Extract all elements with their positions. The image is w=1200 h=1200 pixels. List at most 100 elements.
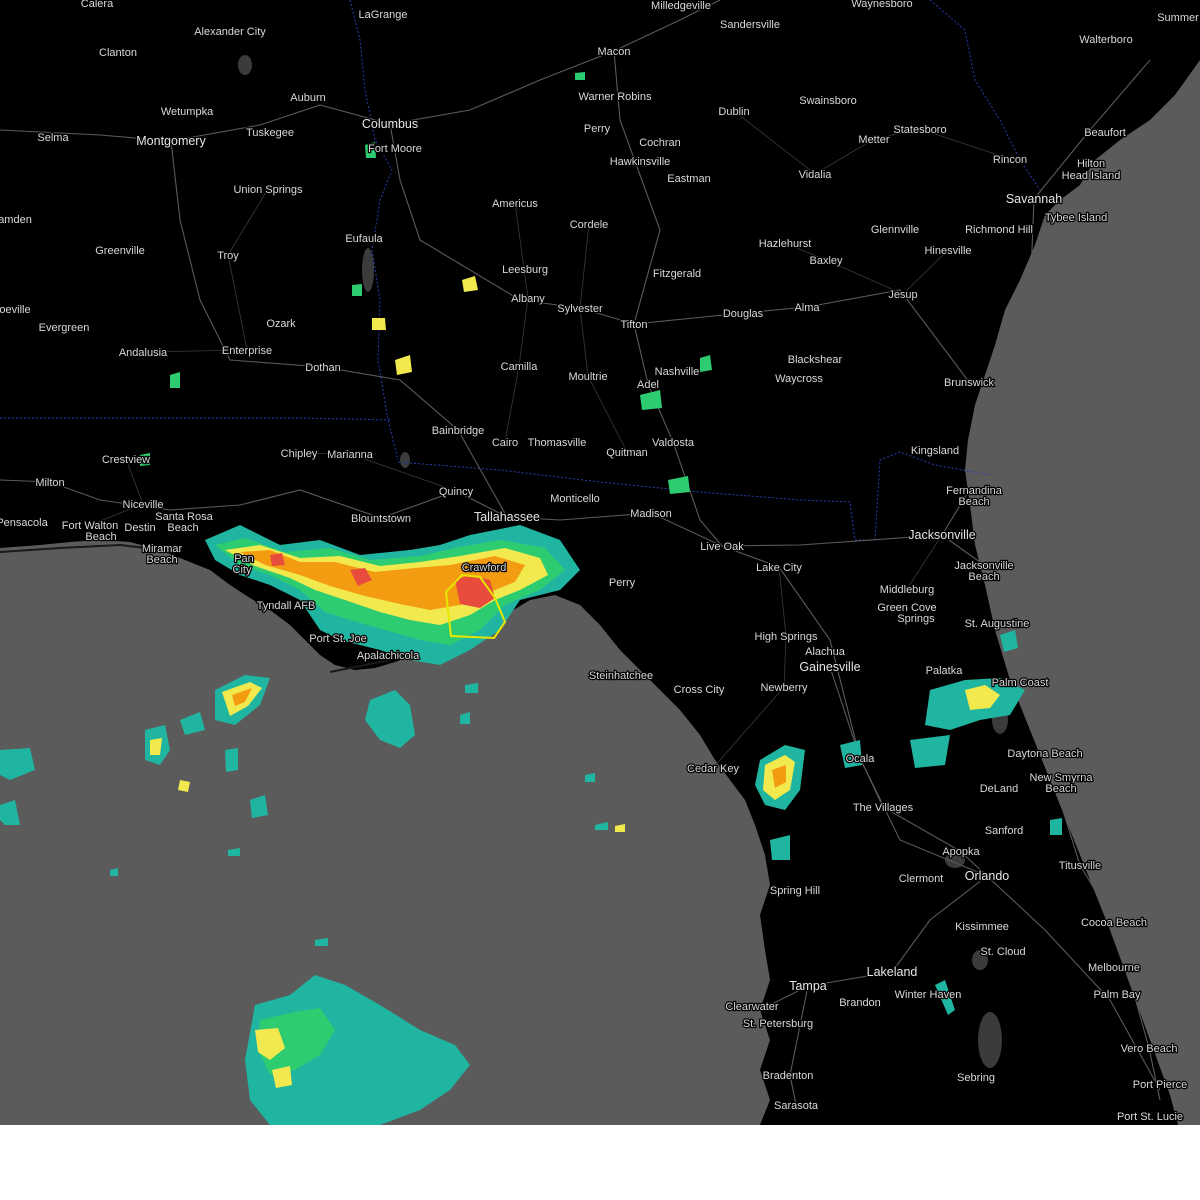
city-label: Crestview <box>102 454 150 466</box>
city-label: Port St. Joe <box>309 633 366 645</box>
city-label: Adel <box>637 379 659 391</box>
city-label: Tallahassee <box>474 510 540 524</box>
city-label: Moultrie <box>568 371 607 383</box>
city-label: Vero Beach <box>1121 1043 1178 1055</box>
city-label: Sylvester <box>557 303 603 315</box>
city-label: Hawkinsville <box>610 156 671 168</box>
city-label: Cocoa Beach <box>1081 917 1147 929</box>
city-label: Brandon <box>839 997 881 1009</box>
city-label: Fitzgerald <box>653 268 701 280</box>
city-label: Milledgeville <box>651 0 711 12</box>
city-label: Palatka <box>926 665 964 677</box>
city-label: Valdosta <box>652 437 695 449</box>
city-label: Walterboro <box>1079 34 1132 46</box>
city-label: Niceville <box>123 499 164 511</box>
city-label: Camilla <box>501 361 539 373</box>
city-label: Monticello <box>550 493 600 505</box>
city-label: Rincon <box>993 154 1027 166</box>
city-label: Hilton <box>1077 158 1105 170</box>
city-label: Nashville <box>655 366 700 378</box>
city-label: Evergreen <box>39 322 90 334</box>
city-label: Metter <box>858 134 890 146</box>
city-label: Milton <box>35 477 64 489</box>
city-label: Ocala <box>846 753 876 765</box>
city-label: Melbourne <box>1088 962 1140 974</box>
city-label: Baxley <box>809 255 843 267</box>
city-label: Auburn <box>290 92 325 104</box>
city-label: Statesboro <box>893 124 946 136</box>
city-label: Winter Haven <box>895 989 962 1001</box>
city-label: Tyndall AFB <box>257 600 316 612</box>
city-label: Macon <box>597 46 630 58</box>
city-label: Gainesville <box>799 660 860 674</box>
city-label: Tifton <box>620 319 647 331</box>
city-label: Blountstown <box>351 513 411 525</box>
map-canvas[interactable]: Calera LaGrange Milledgeville Waynesboro Sum… <box>0 0 1200 1125</box>
city-label: Head Island <box>1062 170 1121 182</box>
city-label: Cordele <box>570 219 609 231</box>
city-label: Bainbridge <box>432 425 485 437</box>
city-label: Clermont <box>899 873 944 885</box>
city-label: Perry <box>584 123 611 135</box>
city-label: Port St. Lucie <box>1117 1111 1183 1123</box>
city-label: Lakeland <box>867 965 918 979</box>
city-label: amden <box>0 214 32 226</box>
city-label: Cochran <box>639 137 681 149</box>
city-label: Cross City <box>674 684 725 696</box>
city-label: Quincy <box>439 486 474 498</box>
radar-map[interactable]: Calera LaGrange Milledgeville Waynesboro Sum… <box>0 0 1200 1125</box>
city-label: Sanford <box>985 825 1024 837</box>
city-label: Clearwater <box>725 1001 779 1013</box>
city-label: Port Pierce <box>1133 1079 1187 1091</box>
city-label: Steinhatchee <box>589 670 653 682</box>
city-label: Troy <box>217 250 239 262</box>
city-label: Orlando <box>965 869 1010 883</box>
city-label: Beach <box>958 496 989 508</box>
city-label: Fort Moore <box>368 143 422 155</box>
city-label: Cedar Key <box>687 763 739 775</box>
lake-eufaula <box>362 248 374 292</box>
city-label: Beach <box>85 531 116 543</box>
city-label: Crawford <box>462 562 507 574</box>
city-label: Beach <box>167 522 198 534</box>
city-label: St. Augustine <box>965 618 1030 630</box>
city-label: LaGrange <box>359 9 408 21</box>
city-label: Spring Hill <box>770 885 820 897</box>
city-label: Glennville <box>871 224 919 236</box>
city-label: Waycross <box>775 373 823 385</box>
city-label: Douglas <box>723 308 764 320</box>
city-label: Eastman <box>667 173 710 185</box>
city-label: Dothan <box>305 362 340 374</box>
city-label: Madison <box>630 508 672 520</box>
city-label: Albany <box>511 293 545 305</box>
city-label: Sarasota <box>774 1100 819 1112</box>
city-label: Hazlehurst <box>759 238 812 250</box>
city-label: Quitman <box>606 447 648 459</box>
city-label: Waynesboro <box>851 0 912 10</box>
city-label: Alachua <box>805 646 846 658</box>
city-label: Live Oak <box>700 541 744 553</box>
city-label: Bradenton <box>763 1070 814 1082</box>
city-label: Beach <box>1045 783 1076 795</box>
city-label: Middleburg <box>880 584 934 596</box>
city-label: Lake City <box>756 562 802 574</box>
city-label: Andalusia <box>119 347 168 359</box>
city-label: Palm Coast <box>992 677 1049 689</box>
city-label: Kissimmee <box>955 921 1009 933</box>
city-label: The Villages <box>853 802 914 814</box>
city-label: Union Springs <box>233 184 303 196</box>
city-label: Summer <box>1157 12 1199 24</box>
city-label: St. Petersburg <box>743 1018 813 1030</box>
city-label: Montgomery <box>136 134 206 148</box>
city-label: Jesup <box>888 289 917 301</box>
city-label: Vidalia <box>799 169 833 181</box>
city-label: Marianna <box>327 449 374 461</box>
city-label: Greenville <box>95 245 145 257</box>
city-label: Selma <box>37 132 69 144</box>
city-label: Tuskegee <box>246 127 294 139</box>
city-label: Calera <box>81 0 114 10</box>
city-label: oeville <box>0 304 31 316</box>
city-label: Brunswick <box>944 377 995 389</box>
city-label: Dublin <box>718 106 749 118</box>
city-label: Thomasville <box>528 437 587 449</box>
